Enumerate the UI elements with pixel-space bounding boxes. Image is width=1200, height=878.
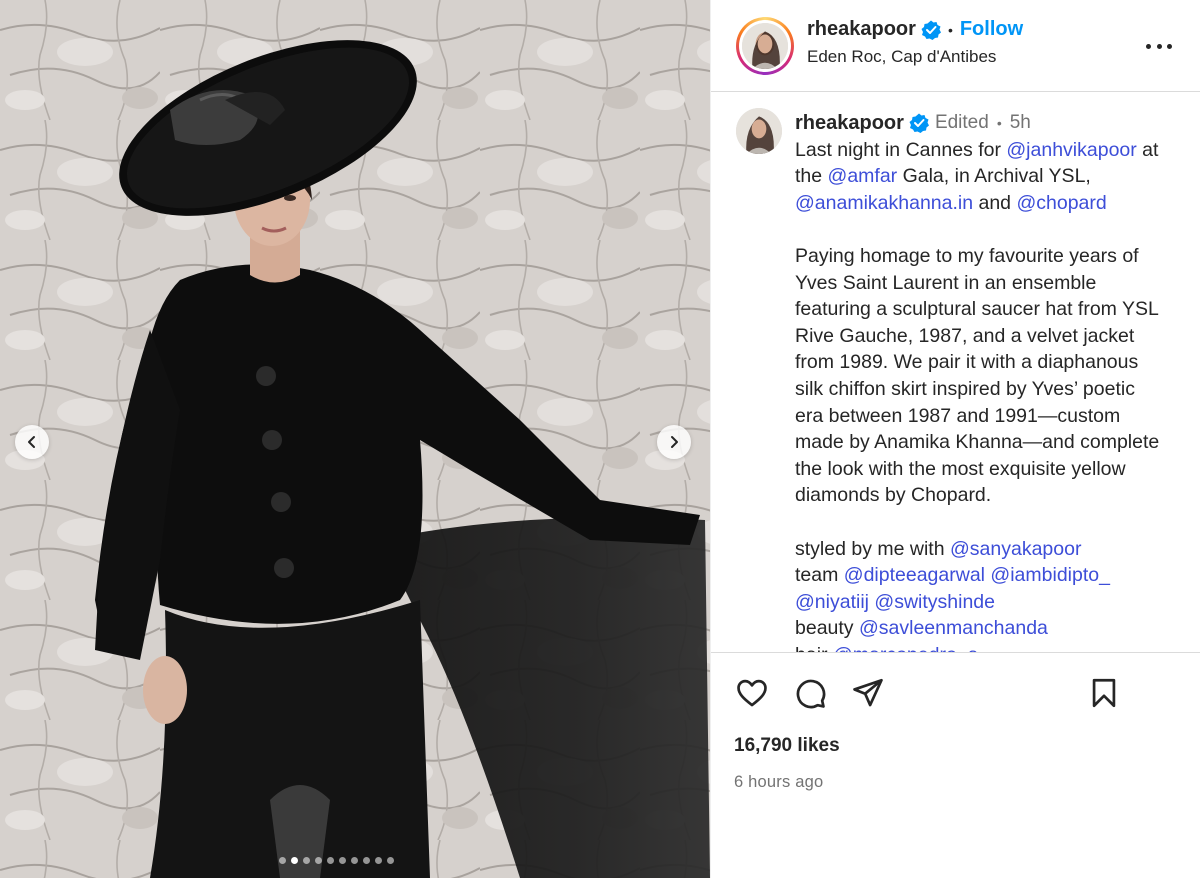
- chevron-right-icon: [671, 436, 678, 448]
- caption-line: silk chiffon skirt inspired by Yves’ poe…: [795, 377, 1135, 400]
- caption-line: from 1989. We pair it with a diaphanous: [795, 351, 1139, 374]
- carousel-dot: [350, 857, 358, 864]
- carousel-dot: [302, 857, 310, 864]
- save-button[interactable]: [1086, 675, 1122, 711]
- caption-username-link[interactable]: rheakapoor: [795, 110, 904, 137]
- mention-link[interactable]: @chopard: [1016, 192, 1106, 214]
- carousel-dot: [386, 857, 394, 864]
- separator: •: [996, 115, 1002, 131]
- edited-label: Edited: [934, 112, 989, 133]
- mention-link[interactable]: @janhvikapoor: [1006, 139, 1136, 161]
- username-link[interactable]: rheakapoor: [807, 18, 916, 41]
- carousel-dot: [314, 857, 322, 864]
- carousel-next-button[interactable]: [657, 425, 691, 459]
- caption-line: Yves Saint Laurent in an ensemble: [795, 271, 1097, 294]
- caption-line: the: [795, 165, 828, 188]
- story-ring[interactable]: [736, 16, 794, 75]
- chevron-left-icon: [28, 436, 35, 448]
- avatar[interactable]: [742, 22, 788, 69]
- verified-badge-icon: [909, 113, 929, 134]
- caption-line: styled by me with: [795, 537, 950, 560]
- mention-link[interactable]: @swityshinde: [874, 591, 995, 613]
- carousel-dot: [338, 857, 346, 864]
- carousel-dot: [278, 857, 286, 864]
- action-bar: [734, 673, 1184, 713]
- carousel-prev-button[interactable]: [15, 425, 49, 459]
- caption-line: featuring a sculptural saucer hat from Y…: [795, 298, 1159, 321]
- instagram-post-modal: rheakapoor • Follow Eden Roc, Cap d'Anti…: [0, 0, 1200, 878]
- location-link[interactable]: Eden Roc, Cap d'Antibes: [807, 47, 1023, 67]
- caption-line: Gala, in Archival YSL,: [897, 165, 1091, 188]
- caption-line: team: [795, 564, 844, 587]
- carousel-dot: [374, 857, 382, 864]
- likes-count[interactable]: 16,790 likes: [734, 735, 1184, 757]
- bookmark-icon: [1092, 678, 1116, 708]
- more-options-button[interactable]: [1146, 34, 1172, 58]
- caption-paragraph: Paying homage to my favourite years of Yv…: [795, 243, 1182, 509]
- verified-badge-icon: [921, 20, 941, 40]
- caption-line: at: [1136, 138, 1159, 161]
- caption-line: Rive Gauche, 1987, and a velvet jacket: [795, 324, 1135, 347]
- timestamp[interactable]: 5h: [1010, 110, 1031, 137]
- separator: •: [947, 21, 953, 38]
- mention-link[interactable]: @dipteeagarwal: [844, 564, 985, 586]
- post-photo: [0, 0, 710, 878]
- share-button[interactable]: [850, 675, 886, 711]
- mention-link[interactable]: @sanyakapoor: [950, 538, 1081, 560]
- caption-line: Last night in Cannes for: [795, 138, 1007, 161]
- mention-link[interactable]: @anamikakhanna.in: [795, 192, 973, 214]
- caption-line: and: [973, 191, 1017, 214]
- caption-line: hair: [795, 644, 833, 652]
- caption-line: beauty: [795, 617, 859, 640]
- mention-link[interactable]: @amfar: [828, 165, 898, 187]
- heart-icon: [737, 679, 767, 707]
- carousel-dot: [326, 857, 334, 864]
- caption-avatar[interactable]: [736, 108, 782, 154]
- post-header: rheakapoor • Follow Eden Roc, Cap d'Anti…: [711, 0, 1200, 92]
- more-horizontal-icon: [1146, 43, 1151, 49]
- post-side-panel: rheakapoor • Follow Eden Roc, Cap d'Anti…: [710, 0, 1200, 878]
- mention-link[interactable]: @marcopedro_a: [833, 644, 979, 652]
- carousel-dot: [290, 857, 298, 864]
- post-media[interactable]: [0, 0, 710, 878]
- caption-section[interactable]: rheakapoor Edited • 5h Last night in Can…: [711, 92, 1200, 652]
- comment-button[interactable]: [792, 675, 828, 711]
- caption-text: rheakapoor Edited • 5h Last night in Can…: [795, 110, 1182, 652]
- follow-button[interactable]: Follow: [960, 18, 1023, 41]
- send-icon: [853, 678, 883, 707]
- carousel-dot: [362, 857, 370, 864]
- post-actions-section: 16,790 likes 6 hours ago: [711, 652, 1200, 878]
- comment-icon: [796, 679, 826, 709]
- caption-line: made by Anamika Khanna—and complete: [795, 431, 1160, 454]
- caption-line: Paying homage to my favourite years of: [795, 244, 1139, 267]
- carousel-indicator: [0, 857, 710, 864]
- mention-link[interactable]: @iambidipto_: [990, 564, 1110, 586]
- mention-link[interactable]: @niyatiij: [795, 591, 869, 613]
- post-time-ago[interactable]: 6 hours ago: [734, 773, 1184, 792]
- caption-line: era between 1987 and 1991—custom: [795, 404, 1121, 427]
- caption-line: diamonds by Chopard.: [795, 484, 992, 507]
- like-button[interactable]: [734, 675, 770, 711]
- caption-line: the look with the most exquisite yellow: [795, 457, 1126, 480]
- mention-link[interactable]: @savleenmanchanda: [859, 617, 1048, 639]
